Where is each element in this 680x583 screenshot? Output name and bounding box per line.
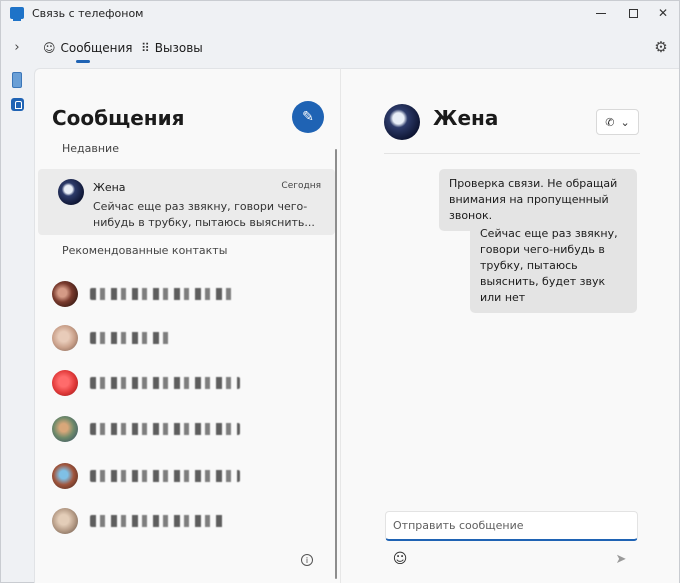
compose-button[interactable]: ✎: [292, 101, 324, 133]
message-bubble: Сейчас еще раз звякну, говори чего-нибуд…: [470, 219, 637, 313]
conversation-preview: Сейчас еще раз звякну, говори чего-нибуд…: [93, 200, 315, 229]
tab-calls-label: Вызовы: [154, 41, 203, 55]
redacted-contact-name: [90, 470, 240, 482]
tab-calls[interactable]: ⠿ Вызовы: [141, 37, 203, 59]
avatar: [58, 179, 84, 205]
avatar: [52, 370, 78, 396]
phone-call-icon: ✆: [605, 115, 615, 129]
chat-panel: Жена ✆ ⌄ Проверка связи. Не обращай вним…: [340, 68, 679, 583]
minimize-icon: [596, 12, 606, 14]
window-title: Связь с телефоном: [32, 7, 144, 20]
notification-icon[interactable]: [11, 98, 24, 111]
phone-link-icon: [10, 7, 24, 21]
divider: [384, 153, 640, 154]
recent-section-label: Недавние: [62, 142, 119, 155]
list-item[interactable]: [35, 462, 335, 492]
list-item[interactable]: [35, 280, 335, 310]
maximize-button[interactable]: [617, 1, 649, 25]
tab-messages-label: Сообщения: [60, 41, 133, 55]
active-tab-indicator: [76, 60, 90, 63]
avatar: [384, 104, 420, 140]
scrollbar[interactable]: [335, 149, 337, 579]
conversation-name: Жена: [93, 181, 126, 194]
conversation-time: Сегодня: [281, 181, 321, 191]
title-bar: Связь с телефоном ✕: [1, 1, 679, 27]
recommended-section-label: Рекомендованные контакты: [62, 244, 228, 257]
tab-messages[interactable]: ☺ Сообщения: [43, 37, 133, 59]
message-input[interactable]: [385, 511, 638, 541]
chevron-down-icon: ⌄: [620, 115, 630, 129]
maximize-icon: [628, 8, 638, 18]
app-window: Связь с телефоном ✕ › ☺ Сообщения ⠿ Вызо…: [0, 0, 680, 583]
chevron-right-icon[interactable]: ›: [9, 39, 25, 55]
list-item[interactable]: [35, 369, 335, 399]
list-item[interactable]: [35, 415, 335, 445]
redacted-contact-name: [90, 332, 170, 344]
emoji-icon[interactable]: ☺: [392, 551, 408, 567]
avatar: [52, 416, 78, 442]
phone-icon[interactable]: [12, 72, 22, 88]
chat-contact-name: Жена: [433, 106, 499, 130]
chat-icon: ☺: [43, 41, 56, 55]
list-title: Сообщения: [52, 106, 185, 130]
avatar: [52, 463, 78, 489]
redacted-contact-name: [90, 423, 240, 435]
minimize-button[interactable]: [585, 1, 617, 25]
list-item[interactable]: [35, 324, 335, 354]
gear-icon[interactable]: ⚙: [653, 38, 669, 56]
close-button[interactable]: ✕: [647, 1, 679, 25]
redacted-contact-name: [90, 377, 240, 389]
call-button[interactable]: ✆ ⌄: [596, 109, 639, 135]
conversation-list-panel: Сообщения ✎ Недавние Жена Сегодня Сейчас…: [34, 68, 340, 583]
dialpad-icon: ⠿: [141, 41, 150, 55]
avatar: [52, 325, 78, 351]
redacted-contact-name: [90, 515, 225, 527]
close-icon: ✕: [657, 6, 669, 20]
avatar: [52, 508, 78, 534]
conversation-item[interactable]: Жена Сегодня Сейчас еще раз звякну, гово…: [38, 169, 335, 235]
avatar: [52, 281, 78, 307]
info-icon[interactable]: i: [301, 554, 313, 566]
list-item[interactable]: [35, 507, 335, 537]
compose-icon: ✎: [302, 109, 314, 125]
redacted-contact-name: [90, 288, 235, 300]
send-icon[interactable]: ➤: [613, 551, 629, 567]
